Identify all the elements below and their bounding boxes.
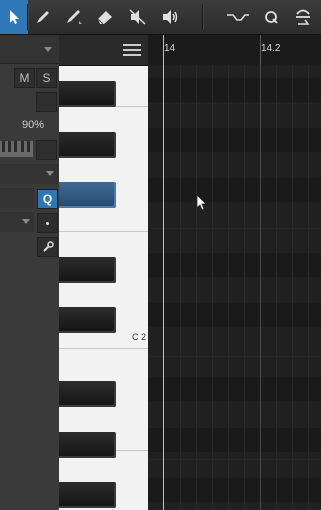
listen-tool-button[interactable] (156, 0, 184, 34)
quantize-button[interactable]: Q (37, 189, 58, 209)
grid-line-major (260, 65, 261, 510)
timeline-ruler[interactable]: 14 14.2 (148, 35, 321, 66)
toolbar-divider (202, 4, 203, 30)
solo-button[interactable]: S (36, 68, 57, 88)
grid-row-dark (148, 78, 321, 102)
toolbar (0, 0, 321, 35)
black-key[interactable] (59, 81, 116, 107)
transpose-icon (296, 9, 310, 25)
ruler-label-14: 14 (164, 43, 176, 54)
grid-row-dark (148, 303, 321, 327)
grid-line (212, 65, 213, 510)
grid-row-dark (148, 178, 321, 202)
white-key-divider (59, 348, 148, 349)
bend-tool-button[interactable] (222, 0, 254, 34)
piano-keyboard[interactable]: C 2 (59, 35, 148, 510)
ruler-label-14-2: 14.2 (261, 43, 281, 54)
black-key[interactable] (59, 432, 116, 458)
length-dropdown[interactable] (0, 212, 34, 232)
grid-line (180, 65, 181, 510)
grid-line (228, 65, 229, 510)
black-key[interactable] (59, 257, 116, 283)
keys-header (59, 35, 148, 66)
black-key[interactable] (59, 482, 116, 508)
velocity-value[interactable]: 90% (22, 119, 44, 131)
blank-button-2[interactable] (36, 140, 57, 160)
note-grid[interactable] (148, 65, 321, 510)
chevron-down-icon (46, 171, 54, 176)
list-view-button[interactable] (123, 43, 141, 62)
bend-line-icon (227, 14, 249, 21)
list-icon (123, 44, 141, 56)
speaker-icon (163, 10, 178, 24)
settings-button[interactable] (37, 237, 58, 257)
grid-row-dark (148, 478, 321, 502)
keyboard-mini-icon (0, 140, 33, 158)
grid-line (308, 65, 309, 510)
arrow-icon (10, 10, 19, 24)
grid-row-dark (148, 377, 321, 401)
black-key-selected[interactable] (59, 182, 116, 208)
pencil-tool-button[interactable] (29, 0, 57, 34)
c2-label: C 2 (132, 332, 147, 342)
grid-line (196, 65, 197, 510)
black-key[interactable] (59, 381, 116, 407)
grid-line (148, 459, 321, 460)
chevron-down-icon (44, 47, 52, 52)
instrument-dropdown[interactable] (0, 35, 59, 64)
eraser-tool-button[interactable] (91, 0, 119, 34)
mouse-cursor-icon (196, 194, 208, 217)
mute-button[interactable]: M (14, 68, 35, 88)
blank-button[interactable] (36, 92, 57, 112)
toolbar-divider (27, 4, 28, 30)
preset-dropdown[interactable] (0, 164, 59, 184)
grid-line (148, 103, 321, 104)
playhead-line[interactable] (163, 35, 164, 510)
grid-line (244, 65, 245, 510)
quantize-dropdown[interactable] (0, 188, 34, 208)
black-key[interactable] (59, 132, 116, 158)
arrow-tool-button[interactable] (0, 0, 28, 34)
mute-tool-button[interactable] (124, 0, 152, 34)
dot-icon (46, 221, 49, 225)
paint-tool-button[interactable] (60, 0, 88, 34)
chevron-down-icon (22, 219, 30, 224)
black-key[interactable] (59, 307, 116, 333)
dot-button[interactable] (37, 213, 58, 233)
grid-row-dark (148, 128, 321, 152)
grid-line (148, 228, 321, 229)
eraser-icon (97, 11, 112, 25)
quantize-tool-button[interactable] (257, 0, 285, 34)
grid-line (276, 65, 277, 510)
grid-line (148, 356, 321, 357)
paintbrush-icon (67, 10, 82, 24)
grid-row-dark (148, 428, 321, 452)
white-key-divider (59, 231, 148, 232)
transpose-tool-button[interactable] (288, 0, 318, 34)
mute-speaker-icon (129, 9, 146, 25)
grid-row-dark (148, 253, 321, 277)
wrench-icon (42, 241, 54, 252)
grid-line (292, 65, 293, 510)
quantize-q-icon (265, 11, 278, 24)
pencil-icon (37, 11, 49, 23)
